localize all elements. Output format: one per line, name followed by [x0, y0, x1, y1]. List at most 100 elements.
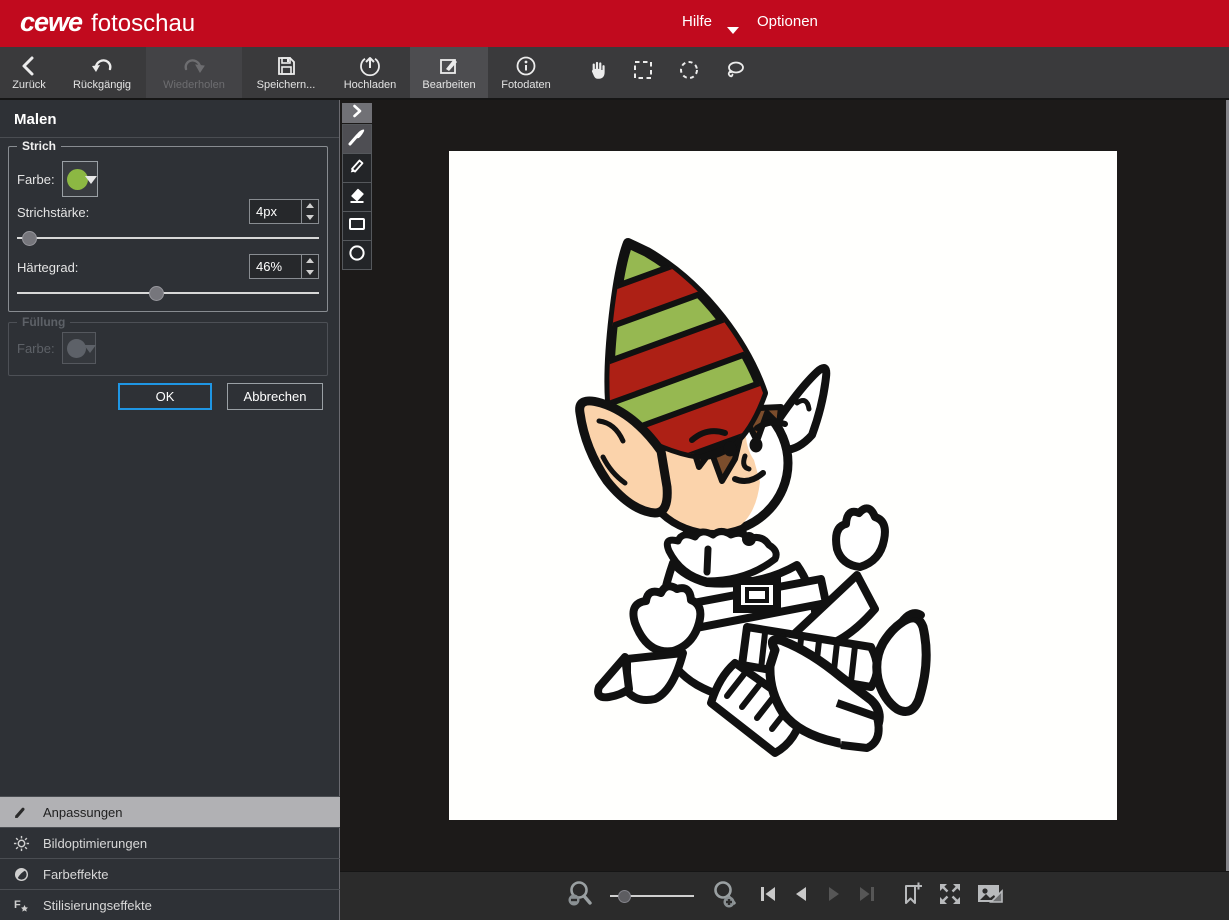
first-image-button[interactable] [758, 884, 778, 909]
stroke-color-swatch[interactable] [62, 161, 98, 197]
canvas-area [340, 100, 1229, 871]
stylization-effects-icon: F [12, 896, 30, 914]
zoom-slider[interactable] [610, 888, 694, 904]
section-color-effects[interactable]: Farbeffekte [0, 858, 340, 889]
edit-button[interactable]: Bearbeiten [410, 47, 488, 98]
lasso-icon [723, 58, 747, 87]
zoom-out-icon [565, 879, 595, 914]
zoom-slider-handle[interactable] [618, 890, 631, 903]
info-icon [514, 54, 538, 78]
undo-icon [90, 54, 114, 78]
section-image-optimizations[interactable]: Bildoptimierungen [0, 827, 340, 858]
hardness-value[interactable]: 46% [250, 255, 301, 278]
logo-cewe: cewe [20, 7, 82, 38]
hardness-label: Härtegrad: [17, 260, 78, 275]
stroke-group-legend: Strich [17, 139, 61, 153]
rectangle-icon [347, 214, 367, 239]
app-logo: cewe fotoschau [20, 7, 195, 38]
last-image-icon [857, 884, 877, 909]
svg-text:F: F [14, 899, 21, 911]
cancel-button[interactable]: Abbrechen [227, 383, 323, 410]
bottom-toolbar [340, 871, 1229, 920]
fullscreen-icon [937, 881, 963, 912]
fit-image-button[interactable] [976, 882, 1004, 911]
previous-image-button[interactable] [791, 884, 811, 909]
color-effects-icon [12, 865, 30, 883]
stroke-width-label: Strichstärke: [17, 205, 89, 220]
help-menu[interactable]: Hilfe [682, 13, 712, 30]
save-button[interactable]: Speichern... [242, 47, 330, 98]
upload-icon [358, 54, 382, 78]
redo-button[interactable]: Wiederholen [146, 47, 242, 98]
first-image-icon [758, 884, 778, 909]
help-caret-icon[interactable] [727, 27, 739, 34]
image-canvas[interactable] [449, 151, 1117, 820]
fit-image-icon [976, 882, 1004, 911]
hand-icon [585, 58, 609, 87]
last-image-button[interactable] [857, 884, 877, 909]
brush-icon [347, 127, 367, 152]
hardness-up-icon[interactable] [302, 255, 318, 267]
panel-title: Malen [14, 111, 57, 128]
adjustments-icon [12, 803, 30, 821]
stroke-width-down-icon[interactable] [302, 212, 318, 224]
logo-product: fotoschau [91, 10, 195, 38]
zoom-out-button[interactable] [565, 879, 595, 914]
previous-image-icon [791, 884, 811, 909]
next-image-button[interactable] [824, 884, 844, 909]
add-bookmark-icon [900, 881, 924, 912]
stroke-width-spinbox[interactable]: 4px [249, 199, 319, 224]
stroke-group: Strich Farbe: Strichstärke: 4px Härtegra… [8, 146, 328, 312]
stroke-width-slider-handle[interactable] [22, 231, 37, 246]
rect-select-icon [631, 58, 655, 87]
elf-drawing [449, 151, 1117, 820]
back-icon [18, 54, 40, 78]
section-adjustments[interactable]: Anpassungen [0, 796, 340, 827]
rect-select-button[interactable] [620, 47, 666, 98]
stroke-width-value[interactable]: 4px [250, 200, 301, 223]
ellipse-tool-button[interactable] [342, 240, 372, 270]
rectangle-tool-button[interactable] [342, 211, 372, 241]
eraser-icon [347, 185, 367, 210]
stroke-width-up-icon[interactable] [302, 200, 318, 212]
edit-icon [437, 54, 461, 78]
photodata-button[interactable]: Fotodaten [488, 47, 564, 98]
fullscreen-button[interactable] [937, 881, 963, 912]
hardness-slider-handle[interactable] [149, 286, 164, 301]
hardness-down-icon[interactable] [302, 267, 318, 279]
fill-color-label: Farbe: [17, 341, 55, 356]
zoom-in-icon [709, 879, 739, 914]
stroke-color-label: Farbe: [17, 172, 55, 187]
pencil-tool-button[interactable] [342, 153, 372, 183]
save-icon [275, 54, 297, 78]
fill-group: Füllung Farbe: [8, 322, 328, 376]
section-stylization-effects[interactable]: F Stilisierungseffekte [0, 889, 340, 920]
zoom-in-button[interactable] [709, 879, 739, 914]
image-optimizations-icon [12, 834, 30, 852]
stroke-color-caret-icon [85, 176, 97, 184]
ellipse-select-button[interactable] [666, 47, 712, 98]
next-image-icon [824, 884, 844, 909]
hardness-spinbox[interactable]: 46% [249, 254, 319, 279]
tool-strip [342, 103, 372, 270]
ellipse-icon [347, 243, 367, 268]
fill-group-legend: Füllung [17, 315, 70, 329]
stroke-width-slider[interactable] [17, 230, 319, 246]
lasso-select-button[interactable] [712, 47, 758, 98]
paint-panel: Malen Strich Farbe: Strichstärke: 4px Hä… [0, 100, 340, 920]
upload-button[interactable]: Hochladen [330, 47, 410, 98]
brush-tool-button[interactable] [342, 124, 372, 154]
main-toolbar: Zurück Rückgängig Wiederholen Speichern.… [0, 47, 1229, 100]
options-menu[interactable]: Optionen [757, 13, 818, 30]
collapse-panel-button[interactable] [342, 103, 372, 123]
redo-icon [182, 54, 206, 78]
undo-button[interactable]: Rückgängig [58, 47, 146, 98]
hand-tool-button[interactable] [574, 47, 620, 98]
pencil-icon [347, 156, 367, 181]
eraser-tool-button[interactable] [342, 182, 372, 212]
back-button[interactable]: Zurück [0, 47, 58, 98]
hardness-slider[interactable] [17, 285, 319, 301]
ok-button[interactable]: OK [118, 383, 212, 410]
panel-separator [0, 137, 339, 138]
add-bookmark-button[interactable] [900, 881, 924, 912]
